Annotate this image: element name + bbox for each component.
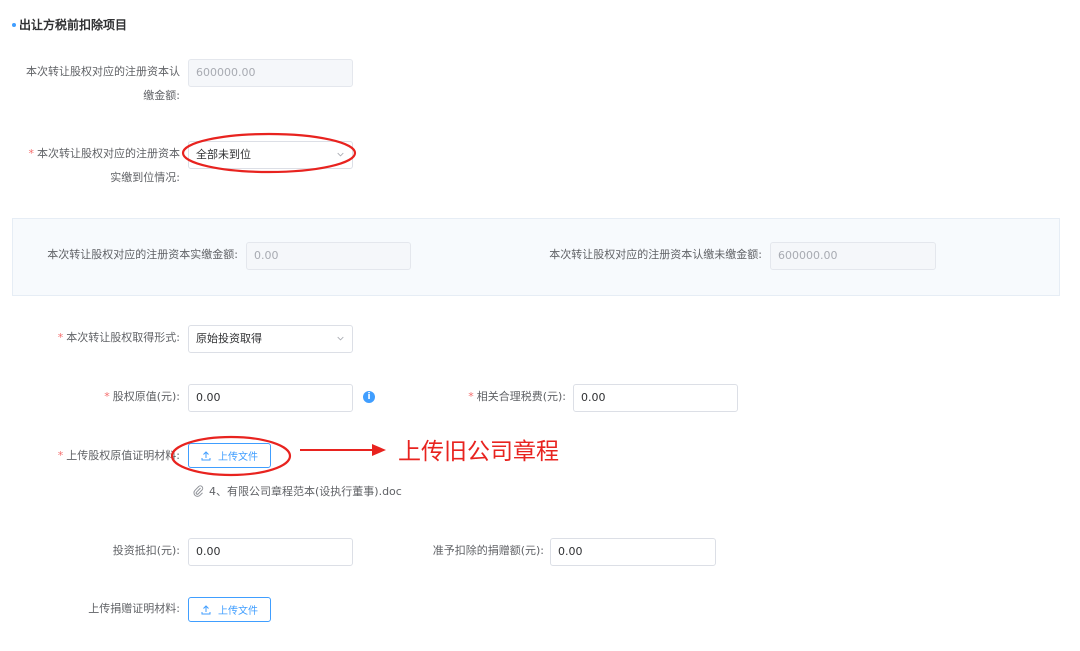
investment-deduction-input[interactable]: 0.00 — [188, 538, 353, 566]
section-title-text: 出让方税前扣除项目 — [19, 18, 128, 32]
subscribed-capital-label-line1: 本次转让股权对应的注册资本认 — [26, 65, 180, 78]
upload-donation-button-label: 上传文件 — [218, 606, 258, 617]
paid-status-label: * 本次转让股权对应的注册资本 实缴到位情况: — [8, 143, 181, 189]
chevron-down-icon — [337, 336, 344, 341]
paid-status-label-line2: 实缴到位情况: — [110, 171, 180, 184]
upload-proof-label-text: 上传股权原值证明材料: — [66, 449, 180, 462]
acquire-form-label-text: 本次转让股权取得形式: — [66, 331, 180, 344]
upload-donation-label: 上传捐赠证明材料: — [88, 602, 180, 615]
donation-deduction-input[interactable]: 0.00 — [550, 538, 716, 566]
upload-icon — [201, 604, 211, 614]
original-value-input[interactable]: 0.00 — [188, 384, 353, 412]
annotation-ellipse-select — [181, 132, 357, 174]
unpaid-amount-label: 本次转让股权对应的注册资本认缴未缴金额: — [549, 248, 762, 261]
required-asterisk: * — [57, 331, 64, 344]
required-asterisk: * — [28, 147, 35, 160]
subscribed-capital-label: 本次转让股权对应的注册资本认 缴金额: — [8, 61, 180, 107]
required-asterisk: * — [104, 390, 110, 403]
info-icon[interactable]: i — [363, 391, 375, 403]
upload-proof-label: * 上传股权原值证明材料: — [8, 445, 180, 467]
annotation-text: 上传旧公司章程 — [398, 439, 559, 465]
related-taxes-input[interactable]: 0.00 — [573, 384, 738, 412]
donation-deduction-label: 准予扣除的捐赠额(元): — [432, 544, 544, 557]
annotation-ellipse-upload — [170, 435, 292, 477]
investment-deduction-label: 投资抵扣(元): — [112, 544, 180, 557]
annotation-arrow-icon — [300, 444, 386, 456]
bullet-dot-icon — [12, 22, 16, 27]
acquire-form-value: 原始投资取得 — [196, 332, 262, 345]
related-taxes-label: * 相关合理税费(元): — [400, 386, 566, 408]
upload-donation-button[interactable]: 上传文件 — [188, 597, 271, 622]
original-value-label: * 股权原值(元): — [8, 386, 180, 408]
required-asterisk: * — [468, 390, 474, 403]
subscribed-capital-input: 600000.00 — [188, 59, 353, 87]
related-taxes-label-text: 相关合理税费(元): — [476, 390, 566, 403]
original-value-label-text: 股权原值(元): — [112, 390, 180, 403]
paid-status-label-line1: 本次转让股权对应的注册资本 — [37, 147, 180, 160]
acquire-form-label: * 本次转让股权取得形式: — [8, 327, 180, 349]
unpaid-amount-input: 600000.00 — [770, 242, 936, 270]
acquire-form-select[interactable]: 原始投资取得 — [188, 325, 353, 353]
section-title: 出让方税前扣除项目 — [12, 16, 127, 33]
paperclip-icon — [193, 485, 204, 497]
required-asterisk: * — [57, 449, 64, 462]
uploaded-file-name: 4、有限公司章程范本(设执行董事).doc — [209, 485, 402, 498]
subscribed-capital-label-line2: 缴金额: — [143, 89, 180, 102]
paid-amount-input: 0.00 — [246, 242, 411, 270]
uploaded-file-item[interactable]: 4、有限公司章程范本(设执行董事).doc — [193, 483, 402, 499]
paid-amount-label: 本次转让股权对应的注册资本实缴金额: — [47, 248, 238, 261]
